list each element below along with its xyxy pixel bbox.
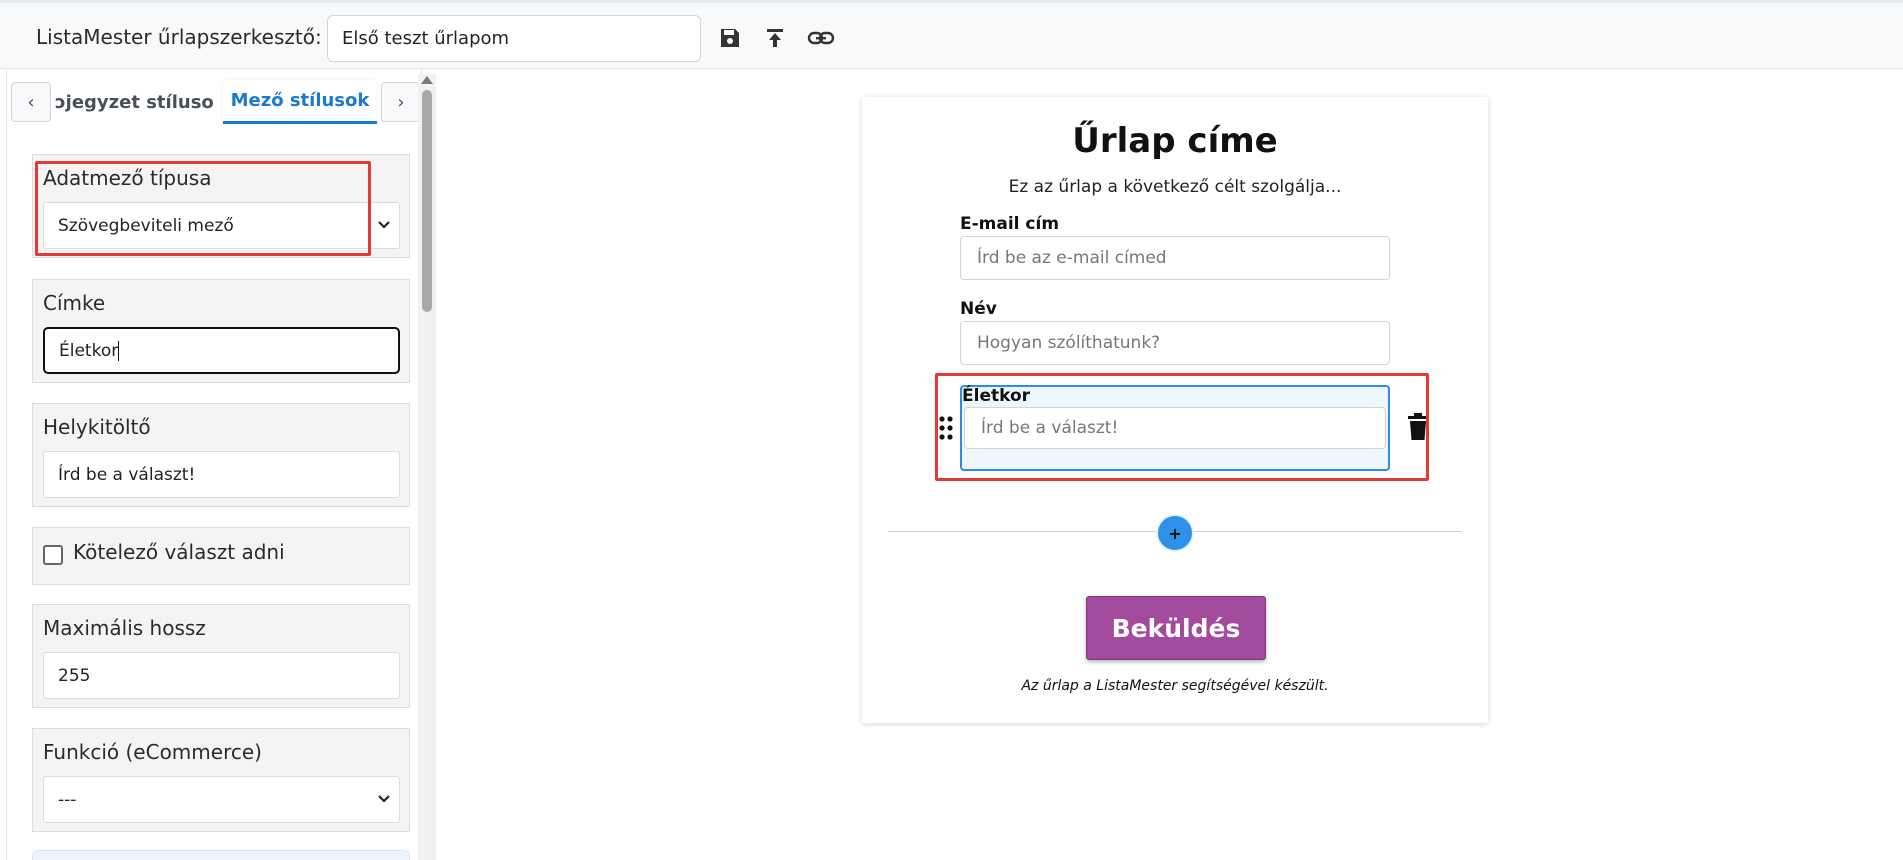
- field-type-card: Adatmező típusa Szövegbeviteli mező: [32, 154, 410, 258]
- label-input[interactable]: Életkor: [43, 327, 400, 374]
- field-settings-panel: ‹ ɔjegyzet stílusok Mező stílusok › Adat…: [6, 70, 422, 860]
- max-length-card: Maximális hossz 255: [32, 604, 410, 708]
- label-card: Címke Életkor: [32, 279, 410, 383]
- trash-icon[interactable]: [1406, 413, 1430, 441]
- function-select[interactable]: ---: [43, 776, 400, 823]
- chevron-down-icon: [377, 791, 391, 811]
- tab-scroll-left-button[interactable]: ‹: [11, 82, 51, 122]
- drag-handle-icon[interactable]: [938, 415, 954, 441]
- form-title[interactable]: Űrlap címe: [862, 121, 1488, 161]
- tab-scroll-right-button[interactable]: ›: [381, 82, 421, 122]
- tab-list-styles[interactable]: ɔjegyzet stílusok: [55, 80, 215, 124]
- email-field-label: E-mail cím: [960, 214, 1060, 234]
- max-length-input[interactable]: 255: [43, 652, 400, 699]
- max-length-label: Maximális hossz: [43, 616, 206, 640]
- email-field[interactable]: Írd be az e-mail címed: [960, 236, 1390, 280]
- tab-field-styles[interactable]: Mező stílusok: [223, 80, 377, 124]
- form-footer-note: Az űrlap a ListaMester segítségével kész…: [1021, 678, 1329, 694]
- required-card: Kötelező választ adni: [32, 527, 410, 585]
- app-title: ListaMester űrlapszerkesztő:: [36, 25, 322, 49]
- text-cursor: [118, 340, 120, 361]
- upload-icon[interactable]: [760, 23, 790, 53]
- age-field[interactable]: Írd be a választ!: [964, 407, 1386, 449]
- style-tabs: ‹ ɔjegyzet stílusok Mező stílusok ›: [7, 70, 421, 132]
- placeholder-input-value: Írd be a választ!: [58, 464, 196, 485]
- age-placeholder: Írd be a választ!: [981, 418, 1119, 438]
- placeholder-card: Helykitöltő Írd be a választ!: [32, 403, 410, 507]
- label-field-label: Címke: [43, 291, 106, 315]
- placeholder-label: Helykitöltő: [43, 415, 151, 439]
- save-icon[interactable]: [715, 23, 745, 53]
- panel-scrollbar[interactable]: [418, 74, 436, 860]
- form-subtitle[interactable]: Ez az űrlap a következő célt szolgálja..…: [862, 177, 1488, 197]
- function-label: Funkció (eCommerce): [43, 740, 262, 764]
- field-type-value: Szövegbeviteli mező: [58, 215, 234, 236]
- top-toolbar: ListaMester űrlapszerkesztő:: [0, 0, 1903, 69]
- chevron-down-icon: [377, 217, 391, 237]
- name-field-label: Név: [960, 299, 997, 319]
- scrollbar-thumb[interactable]: [422, 90, 432, 312]
- field-type-select[interactable]: Szövegbeviteli mező: [43, 202, 400, 249]
- required-label: Kötelező választ adni: [73, 540, 285, 564]
- form-name-input[interactable]: [327, 15, 701, 62]
- label-input-value: Életkor: [59, 340, 119, 361]
- required-checkbox[interactable]: [43, 545, 63, 565]
- max-length-value: 255: [58, 665, 91, 686]
- placeholder-input[interactable]: Írd be a választ!: [43, 451, 400, 498]
- age-field-label: Életkor: [962, 386, 1031, 406]
- email-placeholder: Írd be az e-mail címed: [977, 248, 1167, 268]
- form-preview: Űrlap címe Ez az űrlap a következő célt …: [862, 97, 1488, 723]
- name-placeholder: Hogyan szólíthatunk?: [977, 333, 1161, 353]
- function-card: Funkció (eCommerce) ---: [32, 728, 410, 832]
- function-value: ---: [58, 789, 77, 810]
- scroll-up-arrow-icon[interactable]: [421, 76, 433, 84]
- submit-button[interactable]: Beküldés: [1086, 596, 1266, 660]
- field-type-label: Adatmező típusa: [43, 166, 212, 190]
- link-icon[interactable]: [806, 23, 836, 53]
- add-field-button[interactable]: +: [1156, 514, 1194, 552]
- next-settings-card: [32, 850, 410, 860]
- name-field[interactable]: Hogyan szólíthatunk?: [960, 321, 1390, 365]
